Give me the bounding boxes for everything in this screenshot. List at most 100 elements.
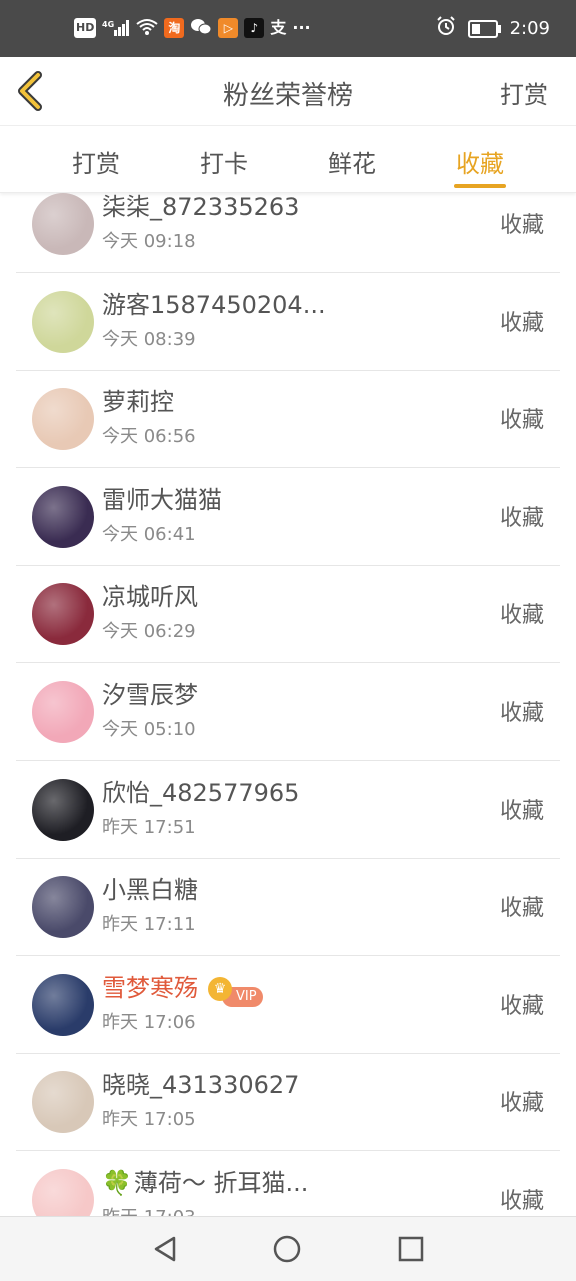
hd-icon: HD bbox=[74, 18, 97, 38]
avatar[interactable] bbox=[32, 193, 94, 255]
fan-time: 昨天 17:05 bbox=[102, 1109, 196, 1131]
avatar[interactable] bbox=[32, 876, 94, 939]
fan-name[interactable]: 雷师大猫猫 bbox=[102, 480, 222, 515]
fan-action-label: 收藏 bbox=[499, 1189, 544, 1214]
fan-action-label: 收藏 bbox=[499, 505, 544, 531]
taobao-app-icon: 淘 bbox=[164, 18, 185, 38]
wifi-icon bbox=[136, 18, 158, 38]
fan-time: 昨天 17:11 bbox=[102, 914, 196, 936]
battery-icon bbox=[467, 19, 501, 38]
fan-list[interactable]: 柒柒_872335263 今天 09:18 收藏 游客1587450204... 今天 … bbox=[0, 193, 576, 1216]
fan-list-item[interactable]: 晓晓_431330627 昨天 17:05 收藏 bbox=[16, 1053, 560, 1152]
fan-name-text: 薄荷～ 折耳猫... bbox=[133, 1169, 309, 1197]
fan-time: 昨天 17:51 bbox=[102, 816, 196, 838]
recents-square-icon[interactable] bbox=[396, 1234, 426, 1268]
fan-name[interactable]: 雪梦寒殇 ♛ VIP bbox=[102, 968, 263, 1007]
fan-time: 昨天 17:06 bbox=[102, 1011, 196, 1033]
fan-name[interactable]: 汐雪辰梦 bbox=[102, 675, 198, 710]
page-title: 粉丝荣誉榜 bbox=[222, 81, 353, 111]
network-4g-icon: 4G bbox=[102, 18, 130, 38]
tab-checkin[interactable]: 打卡 bbox=[174, 144, 274, 179]
fan-name[interactable]: 欣怡_482577965 bbox=[102, 773, 299, 808]
tiktok-icon: ♪ bbox=[244, 18, 265, 38]
fan-name-text: 凉城听风 bbox=[102, 583, 198, 612]
more-notifications-icon: ··· bbox=[292, 18, 311, 37]
fan-action-label: 收藏 bbox=[499, 213, 544, 238]
clock: 2:09 bbox=[509, 18, 550, 39]
fan-name[interactable]: 小黑白糖 bbox=[102, 870, 198, 905]
fan-time: 今天 09:18 bbox=[102, 231, 196, 252]
avatar[interactable] bbox=[32, 681, 94, 743]
crown-icon: ♛ bbox=[208, 976, 232, 1001]
fan-time: 昨天 17:03 bbox=[102, 1203, 196, 1216]
status-icons-right: 2:09 bbox=[436, 16, 550, 41]
fan-list-item[interactable]: 小黑白糖昨天 17:11 收藏 bbox=[16, 858, 560, 957]
fan-name-text: 小黑白糖 bbox=[102, 876, 198, 905]
fan-action-label: 收藏 bbox=[499, 1091, 544, 1117]
fan-list-item[interactable]: 汐雪辰梦今天 05:10 收藏 bbox=[16, 663, 560, 761]
fan-name-text: 雷师大猫猫 bbox=[102, 485, 222, 514]
fan-name-text: 汐雪辰梦 bbox=[102, 681, 198, 709]
battery-level bbox=[471, 23, 480, 34]
fan-list-item[interactable]: 游客1587450204... 今天 08:39 收藏 bbox=[16, 273, 560, 371]
alipay-icon: 支 bbox=[270, 18, 287, 37]
back-triangle-icon[interactable] bbox=[150, 1234, 180, 1268]
status-bar: HD 4G 淘 ▷ ♪ 支 ··· 2:09 bbox=[0, 0, 576, 57]
fan-list-item[interactable]: 萝莉控今天 06:56 收藏 bbox=[16, 370, 560, 469]
tab-favorites[interactable]: 收藏 bbox=[430, 144, 530, 179]
vip-badge: ♛ VIP bbox=[208, 976, 263, 1007]
fan-time: 今天 05:10 bbox=[102, 719, 196, 740]
fan-time: 今天 06:29 bbox=[102, 621, 196, 643]
fan-name-text: 欣怡_482577965 bbox=[102, 778, 300, 807]
avatar[interactable] bbox=[32, 388, 94, 451]
avatar[interactable] bbox=[32, 778, 94, 841]
fan-action-label: 收藏 bbox=[499, 798, 544, 824]
fan-name-text: 晓晓_431330627 bbox=[102, 1071, 300, 1100]
video-app-icon: ▷ bbox=[218, 18, 239, 38]
fan-name[interactable]: 柒柒_872335263 bbox=[102, 193, 299, 222]
fan-time: 今天 06:56 bbox=[102, 426, 196, 448]
home-circle-icon[interactable] bbox=[272, 1234, 302, 1268]
fan-list-item[interactable]: 凉城听风今天 06:29 收藏 bbox=[16, 565, 560, 664]
fan-name-text: 柒柒_872335263 bbox=[102, 193, 300, 221]
fan-list-item[interactable]: 雪梦寒殇 ♛ VIP 昨天 17:06 收藏 bbox=[16, 956, 560, 1054]
status-icons-left: HD 4G 淘 ▷ ♪ 支 ··· bbox=[74, 18, 311, 38]
fan-name[interactable]: 🍀薄荷～ 折耳猫... bbox=[102, 1163, 308, 1198]
fan-name-text: 萝莉控 bbox=[102, 388, 174, 417]
avatar[interactable] bbox=[32, 973, 94, 1036]
fan-list-item[interactable]: 雷师大猫猫今天 06:41 收藏 bbox=[16, 468, 560, 566]
fan-list-item[interactable]: 柒柒_872335263 今天 09:18 收藏 bbox=[16, 193, 560, 273]
active-tab-indicator bbox=[454, 184, 506, 188]
clover-icon: 🍀 bbox=[102, 1169, 132, 1197]
fan-time: 今天 08:39 bbox=[102, 328, 196, 350]
fan-list-item[interactable]: 欣怡_482577965 昨天 17:51 收藏 bbox=[16, 761, 560, 859]
fan-action-label: 收藏 bbox=[499, 993, 544, 1019]
avatar[interactable] bbox=[32, 485, 94, 548]
avatar[interactable] bbox=[32, 290, 94, 353]
fan-name[interactable]: 凉城听风 bbox=[102, 577, 198, 612]
fan-name[interactable]: 萝莉控 bbox=[102, 382, 174, 417]
reward-button[interactable]: 打赏 bbox=[500, 75, 548, 110]
fan-action-label: 收藏 bbox=[499, 603, 544, 629]
fan-time: 今天 06:41 bbox=[102, 523, 196, 545]
fan-action-label: 收藏 bbox=[499, 701, 544, 726]
fan-name[interactable]: 游客1587450204... bbox=[102, 285, 326, 320]
system-nav-bar bbox=[0, 1216, 576, 1281]
avatar[interactable] bbox=[32, 583, 94, 646]
fan-name-text: 雪梦寒殇 bbox=[102, 973, 198, 1002]
svg-text:4G: 4G bbox=[102, 20, 114, 29]
fan-action-label: 收藏 bbox=[499, 896, 544, 922]
fan-name[interactable]: 晓晓_431330627 bbox=[102, 1065, 299, 1100]
wechat-icon bbox=[190, 18, 212, 38]
alarm-icon bbox=[436, 16, 456, 41]
avatar[interactable] bbox=[32, 1071, 94, 1134]
tab-reward[interactable]: 打赏 bbox=[46, 144, 146, 179]
fan-list-item[interactable]: 🍀薄荷～ 折耳猫... 昨天 17:03 收藏 bbox=[16, 1151, 560, 1216]
tab-bar: 打赏 打卡 鲜花 收藏 bbox=[0, 126, 576, 193]
nav-bar: 粉丝荣誉榜 打赏 bbox=[0, 57, 576, 126]
fan-name-text: 游客1587450204... bbox=[102, 290, 326, 319]
tab-flowers[interactable]: 鲜花 bbox=[302, 144, 402, 179]
avatar[interactable] bbox=[32, 1169, 94, 1216]
fan-action-label: 收藏 bbox=[499, 310, 544, 336]
fan-action-label: 收藏 bbox=[499, 408, 544, 434]
